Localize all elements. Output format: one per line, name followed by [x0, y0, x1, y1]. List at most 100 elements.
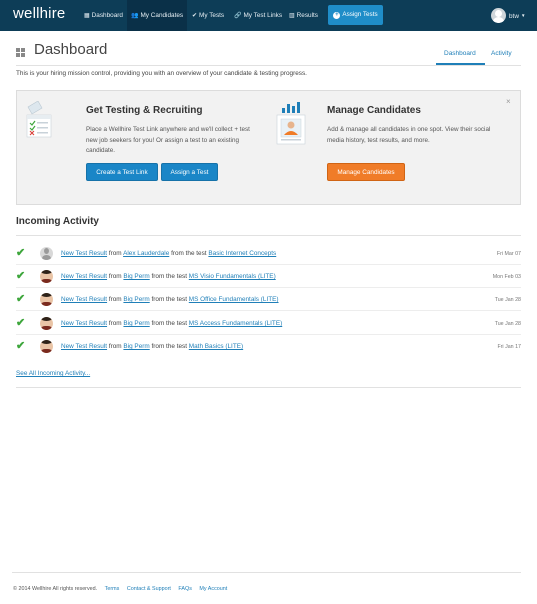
chart-icon: ▥ — [289, 13, 295, 19]
nav-item-my-candidates[interactable]: 👥 My Candidates — [127, 0, 188, 31]
nav-label: My Candidates — [140, 12, 184, 19]
test-result-link[interactable]: New Test Result — [61, 343, 107, 350]
check-icon: ✔ — [16, 340, 26, 352]
test-name-link[interactable]: Math Basics (LITE) — [189, 343, 243, 350]
from-text: from — [108, 320, 122, 327]
manage-candidates-text: Add & manage all candidates in one spot.… — [327, 126, 491, 144]
candidate-link[interactable]: Big Perm — [123, 320, 149, 327]
page-title: Dashboard — [34, 41, 108, 58]
assign-tests-button[interactable]: + Assign Tests — [328, 5, 383, 25]
tab-activity[interactable]: Activity — [491, 50, 512, 57]
activity-date: Tue Jan 28 — [494, 297, 521, 303]
from-test-text: from the test — [151, 320, 188, 327]
manage-candidates-button[interactable]: Manage Candidates — [327, 163, 405, 181]
assign-tests-label: Assign Tests — [342, 11, 378, 18]
candidate-link[interactable]: Big Perm — [123, 273, 149, 280]
nav-label: My Tests — [199, 12, 225, 19]
test-result-link[interactable]: New Test Result — [61, 250, 107, 257]
user-avatar[interactable] — [491, 8, 506, 23]
users-icon: 👥 — [131, 13, 139, 19]
check-icon: ✔ — [16, 293, 26, 305]
nav-item-results[interactable]: ▥ Results — [289, 0, 318, 31]
from-test-text: from the test — [151, 273, 188, 280]
avatar[interactable] — [40, 340, 53, 353]
nav-label: My Test Links — [243, 12, 283, 19]
activity-date: Fri Mar 07 — [496, 251, 521, 257]
divider — [16, 235, 521, 236]
from-text: from — [108, 250, 122, 257]
nav-label: Results — [296, 12, 318, 19]
incoming-activity-title: Incoming Activity — [16, 216, 99, 227]
manage-candidates-title: Manage Candidates — [327, 105, 421, 116]
test-result-link[interactable]: New Test Result — [61, 320, 107, 327]
activity-text: New Test Result from Big Perm from the t… — [61, 273, 276, 280]
avatar[interactable] — [40, 293, 53, 306]
activity-text: New Test Result from Alex Lauderdale fro… — [61, 250, 276, 257]
candidate-link[interactable]: Big Perm — [123, 343, 149, 350]
create-test-link-button[interactable]: Create a Test Link — [86, 163, 158, 181]
divider — [16, 65, 521, 66]
from-text: from — [108, 296, 122, 303]
avatar[interactable] — [40, 270, 53, 283]
copyright-text: © 2014 Wellhire All rights reserved. — [13, 586, 98, 592]
divider — [12, 572, 521, 573]
testing-title: Get Testing & Recruiting — [86, 105, 203, 116]
user-menu[interactable]: btw ▼ — [509, 0, 525, 31]
see-all-activity-link[interactable]: See All Incoming Activity... — [16, 370, 90, 377]
footer: © 2014 Wellhire All rights reserved. Ter… — [13, 586, 227, 592]
test-name-link[interactable]: MS Visio Fundamentals (LITE) — [189, 273, 276, 280]
divider — [16, 310, 521, 311]
from-text: from — [108, 273, 122, 280]
nav-label: Dashboard — [91, 12, 123, 19]
footer-link-faqs[interactable]: FAQs — [178, 586, 191, 592]
link-icon: 🔗 — [234, 13, 242, 19]
test-sheet-icon — [26, 101, 52, 138]
top-navbar: wellhire ▦ Dashboard 👥 My Candidates ✔ My T… — [0, 0, 537, 31]
candidate-link[interactable]: Alex Lauderdale — [123, 250, 169, 257]
avatar[interactable] — [40, 247, 53, 260]
assign-test-button[interactable]: Assign a Test — [161, 163, 218, 181]
from-text: from — [108, 343, 122, 350]
nav-item-my-test-links[interactable]: 🔗 My Test Links — [234, 0, 282, 31]
activity-date: Mon Feb 03 — [492, 274, 521, 280]
activity-row: ✔ New Test Result from Big Perm from the… — [16, 265, 521, 288]
check-icon: ✔ — [16, 317, 26, 329]
activity-row: ✔ New Test Result from Big Perm from the… — [16, 312, 521, 335]
footer-link-my-account[interactable]: My Account — [199, 586, 227, 592]
activity-row: ✔ New Test Result from Alex Lauderdale f… — [16, 242, 521, 265]
activity-text: New Test Result from Big Perm from the t… — [61, 296, 279, 303]
check-icon: ✔ — [192, 13, 198, 19]
activity-text: New Test Result from Big Perm from the t… — [61, 343, 243, 350]
nav-item-dashboard[interactable]: ▦ Dashboard — [84, 0, 123, 31]
activity-row: ✔ New Test Result from Big Perm from the… — [16, 335, 521, 358]
footer-link-contact[interactable]: Contact & Support — [127, 586, 171, 592]
test-name-link[interactable]: Basic Internet Concepts — [208, 250, 276, 257]
grid-icon: ▦ — [84, 13, 90, 19]
test-name-link[interactable]: MS Office Fundamentals (LITE) — [189, 296, 279, 303]
from-test-text: from the test — [171, 250, 207, 257]
activity-date: Tue Jan 28 — [494, 321, 521, 327]
divider — [16, 387, 521, 388]
footer-link-terms[interactable]: Terms — [105, 586, 120, 592]
tab-dashboard[interactable]: Dashboard — [444, 50, 476, 57]
candidate-card-icon — [276, 102, 306, 145]
close-icon[interactable]: × — [506, 97, 511, 106]
avatar[interactable] — [40, 317, 53, 330]
activity-text: New Test Result from Big Perm from the t… — [61, 320, 282, 327]
test-result-link[interactable]: New Test Result — [61, 273, 107, 280]
plus-icon: + — [333, 12, 341, 19]
brand-logo[interactable]: wellhire — [13, 5, 65, 22]
chevron-down-icon: ▼ — [520, 13, 526, 18]
nav-item-my-tests[interactable]: ✔ My Tests — [192, 0, 224, 31]
test-result-link[interactable]: New Test Result — [61, 296, 107, 303]
activity-date: Fri Jan 17 — [497, 344, 521, 350]
intro-text: This is your hiring mission control, pro… — [16, 70, 307, 77]
test-name-link[interactable]: MS Access Fundamentals (LITE) — [189, 320, 282, 327]
check-icon: ✔ — [16, 270, 26, 282]
testing-text: Place a Wellhire Test Link anywhere and … — [86, 126, 250, 154]
from-test-text: from the test — [151, 296, 188, 303]
user-name: btw — [509, 13, 519, 20]
from-test-text: from the test — [151, 343, 188, 350]
check-icon: ✔ — [16, 247, 26, 259]
candidate-link[interactable]: Big Perm — [123, 296, 149, 303]
